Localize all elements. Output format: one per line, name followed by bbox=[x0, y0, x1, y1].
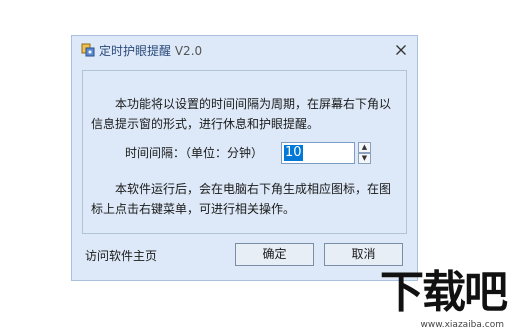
chevron-up-icon: ▲ bbox=[361, 143, 368, 151]
settings-group: 本功能将以设置的时间间隔为周期，在屏幕右下角以信息提示窗的形式，进行休息和护眼提… bbox=[82, 70, 407, 234]
ok-button[interactable]: 确定 bbox=[235, 243, 314, 266]
spin-up-button[interactable]: ▲ bbox=[358, 142, 371, 153]
interval-label: 时间间隔：（单位：分钟） bbox=[125, 146, 264, 160]
app-icon bbox=[81, 43, 95, 57]
version-label: V2.0 bbox=[174, 44, 203, 58]
title-label: 定时护眼提醒 bbox=[99, 44, 172, 58]
chevron-down-icon: ▼ bbox=[361, 154, 368, 162]
description-text: 本功能将以设置的时间间隔为周期，在屏幕右下角以信息提示窗的形式，进行休息和护眼提… bbox=[91, 97, 392, 131]
title-bar: 定时护眼提醒 V2.0 bbox=[72, 36, 417, 64]
settings-dialog: 定时护眼提醒 V2.0 本功能将以设置的时间间隔为周期，在屏幕右下角以信息提示窗… bbox=[71, 35, 418, 281]
spin-down-button[interactable]: ▼ bbox=[358, 153, 371, 164]
close-button[interactable] bbox=[391, 40, 411, 60]
cancel-button[interactable]: 取消 bbox=[324, 243, 403, 266]
note-text: 本软件运行后，会在电脑右下角生成相应图标，在图标上点击右键菜单，可进行相关操作。 bbox=[91, 182, 392, 216]
interval-value: 10 bbox=[284, 145, 303, 161]
window-title: 定时护眼提醒 V2.0 bbox=[99, 42, 202, 59]
watermark-url: www.xiazaiba.com bbox=[420, 320, 504, 330]
home-link[interactable]: 访问软件主页 bbox=[85, 247, 157, 264]
interval-input[interactable]: 10 bbox=[281, 142, 355, 164]
watermark-logo: 下载吧 bbox=[380, 267, 508, 318]
interval-spinner: ▲ ▼ bbox=[358, 142, 371, 164]
close-icon bbox=[396, 45, 406, 55]
watermark: 下载吧 www.xiazaiba.com bbox=[380, 268, 510, 330]
